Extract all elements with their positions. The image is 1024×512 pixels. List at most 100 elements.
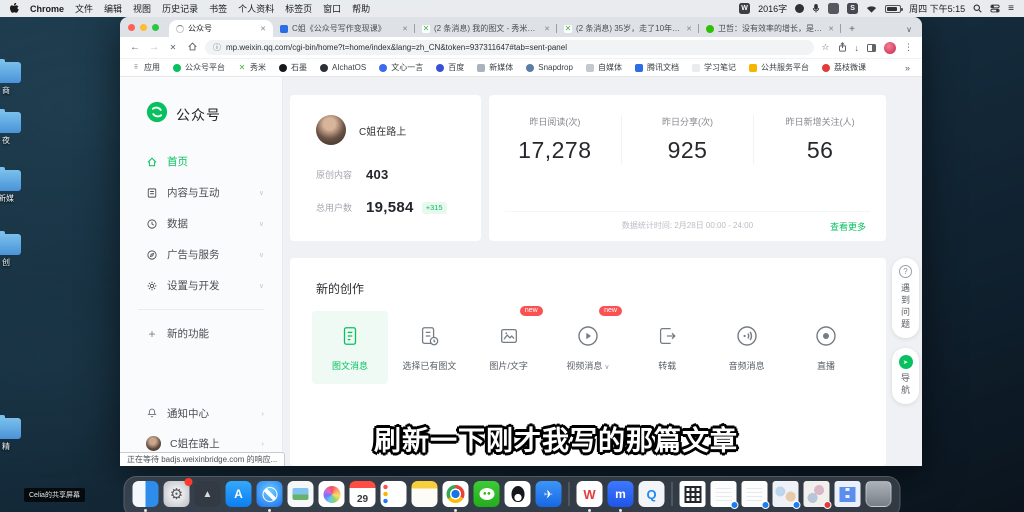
close-tab-icon[interactable]: ✕ xyxy=(544,25,550,33)
desktop-folder-1[interactable]: 商 xyxy=(0,62,26,96)
menu-file[interactable]: 文件 xyxy=(75,2,93,15)
close-tab-icon[interactable]: ✕ xyxy=(828,25,834,33)
creation-item-video[interactable]: new 视频消息∨ xyxy=(550,311,626,384)
close-window-button[interactable] xyxy=(128,24,135,31)
bookmark-aichatos[interactable]: AIchatOS xyxy=(320,63,366,72)
tab-search-chevron-icon[interactable]: ∨ xyxy=(906,25,912,34)
dock-safari[interactable] xyxy=(257,481,283,507)
bookmark-snapdrop[interactable]: Snapdrop xyxy=(526,63,573,72)
site-info-icon[interactable]: ⓘ xyxy=(213,42,221,53)
bookmark-star-icon[interactable]: ☆ xyxy=(821,42,829,53)
list-menu-icon[interactable]: ≡ xyxy=(1008,3,1014,14)
bookmark-study-notes[interactable]: 学习笔记 xyxy=(692,62,736,73)
navigation-button[interactable]: ➤ 导航 xyxy=(892,348,919,404)
creation-item-article[interactable]: 图文消息 xyxy=(312,311,388,384)
screen-record-icon[interactable] xyxy=(828,3,839,14)
dock-notes[interactable] xyxy=(412,481,438,507)
bookmark-shimo[interactable]: 石墨 xyxy=(279,62,307,73)
dock-qq[interactable] xyxy=(505,481,531,507)
bookmark-tencent-docs[interactable]: 腾讯文档 xyxy=(635,62,679,73)
sidebar-item-data[interactable]: 数据 ∨ xyxy=(120,208,282,239)
creation-item-repost[interactable]: 转载 xyxy=(629,311,705,384)
dock-wps[interactable]: W xyxy=(577,481,603,507)
bookmark-public-service[interactable]: 公共服务平台 xyxy=(749,62,809,73)
dock-grid-window[interactable] xyxy=(835,481,861,507)
desktop-folder-2[interactable]: 夜 xyxy=(0,112,26,146)
microphone-icon[interactable] xyxy=(812,3,820,14)
sidebar-item-settings[interactable]: 设置与开发 ∨ xyxy=(120,270,282,301)
bookmark-newmedia-folder[interactable]: 新媒体 xyxy=(477,62,513,73)
dock-photos[interactable] xyxy=(319,481,345,507)
home-icon[interactable] xyxy=(186,41,198,55)
back-icon[interactable]: ← xyxy=(129,42,141,53)
minimize-window-button[interactable] xyxy=(140,24,147,31)
close-tab-icon[interactable]: ✕ xyxy=(260,25,266,33)
dock-qr-code-window[interactable] xyxy=(680,481,706,507)
bookmark-xiumi[interactable]: ✕秀米 xyxy=(238,62,266,73)
dock-system-settings[interactable]: ⚙ xyxy=(164,481,190,507)
menu-tabs[interactable]: 标签页 xyxy=(285,2,312,15)
sidebar-item-notifications[interactable]: 通知中心 › xyxy=(120,398,282,428)
bookmark-lizhi[interactable]: 荔枝微课 xyxy=(822,62,866,73)
bookmark-apps[interactable]: ⠿应用 xyxy=(132,62,160,73)
desktop-folder-3[interactable]: 新媒 xyxy=(0,170,26,204)
dock-screenshot-window[interactable] xyxy=(773,481,799,507)
tab-course[interactable]: C姐《公众号写作变现课》 ✕ xyxy=(273,20,415,37)
desktop-folder-5[interactable]: 精 xyxy=(0,418,26,452)
close-tab-icon[interactable]: ✕ xyxy=(402,25,408,33)
forward-icon[interactable]: → xyxy=(148,42,160,53)
creation-item-image-text[interactable]: new 图片/文字 xyxy=(471,311,547,384)
creation-item-live[interactable]: 直播 xyxy=(788,311,864,384)
menu-chrome[interactable]: Chrome xyxy=(30,4,64,14)
dock-chrome[interactable] xyxy=(443,481,469,507)
sidebar-item-new-features[interactable]: + 新的功能 xyxy=(120,318,282,349)
share-icon[interactable] xyxy=(838,42,847,54)
bookmarks-overflow-icon[interactable]: » xyxy=(905,63,910,73)
dock-app-store[interactable]: A xyxy=(226,481,252,507)
dock-m-app[interactable]: m xyxy=(608,481,634,507)
spotlight-search-icon[interactable] xyxy=(973,4,982,13)
bookmark-baidu[interactable]: 百度 xyxy=(436,62,464,73)
url-text[interactable]: mp.weixin.qq.com/cgi-bin/home?t=home/ind… xyxy=(226,43,567,52)
menu-edit[interactable]: 编辑 xyxy=(104,2,122,15)
close-tab-icon[interactable]: ✕ xyxy=(686,25,692,33)
dock-preview[interactable] xyxy=(288,481,314,507)
dock-screenshot-window[interactable] xyxy=(804,481,830,507)
help-button[interactable]: ? 遇到问题 xyxy=(892,258,919,338)
s-app-icon[interactable]: S xyxy=(847,3,858,14)
menu-view[interactable]: 视图 xyxy=(133,2,151,15)
menu-bookmarks[interactable]: 书签 xyxy=(209,2,227,15)
creation-item-audio[interactable]: 音频消息 xyxy=(709,311,785,384)
menu-window[interactable]: 窗口 xyxy=(323,2,341,15)
word-counter-icon[interactable]: W xyxy=(739,3,750,14)
dock-trash[interactable] xyxy=(866,481,892,507)
profile-avatar[interactable] xyxy=(884,42,896,54)
dock-launchpad[interactable]: ▲ xyxy=(195,481,221,507)
dock-wechat[interactable] xyxy=(474,481,500,507)
stop-loading-icon[interactable]: ✕ xyxy=(167,43,179,52)
account-avatar[interactable] xyxy=(316,115,346,145)
dock-calendar[interactable]: 29 xyxy=(350,481,376,507)
sidebar-item-home[interactable]: 首页 xyxy=(120,146,282,177)
sidebar-item-ads[interactable]: 广告与服务 ∨ xyxy=(120,239,282,270)
desktop-folder-4[interactable]: 创 xyxy=(0,234,26,268)
tab-weizhe-article[interactable]: 卫哲：没有效率的增长，是在… ✕ xyxy=(699,20,841,37)
zoom-window-button[interactable] xyxy=(152,24,159,31)
chrome-menu-icon[interactable]: ⋮ xyxy=(904,42,913,53)
bookmark-mp-platform[interactable]: 公众号平台 xyxy=(173,62,225,73)
apple-icon[interactable] xyxy=(10,3,19,14)
menu-history[interactable]: 历史记录 xyxy=(162,2,198,15)
dock-finder[interactable] xyxy=(133,481,159,507)
menubar-clock[interactable]: 周四 下午5:15 xyxy=(909,2,965,15)
new-tab-button[interactable]: + xyxy=(845,22,859,36)
downloads-icon[interactable]: ↓ xyxy=(855,43,860,53)
dock-document-window[interactable] xyxy=(742,481,768,507)
bookmark-zimedia-folder[interactable]: 自媒体 xyxy=(586,62,622,73)
menu-help[interactable]: 帮助 xyxy=(352,2,370,15)
dock-quicktime[interactable]: Q xyxy=(639,481,665,507)
menu-profiles[interactable]: 个人资料 xyxy=(238,2,274,15)
dock-document-window[interactable] xyxy=(711,481,737,507)
wifi-icon[interactable] xyxy=(866,5,877,13)
status-circle-icon[interactable] xyxy=(795,4,804,13)
address-bar[interactable]: ⓘ mp.weixin.qq.com/cgi-bin/home?t=home/i… xyxy=(205,40,814,55)
